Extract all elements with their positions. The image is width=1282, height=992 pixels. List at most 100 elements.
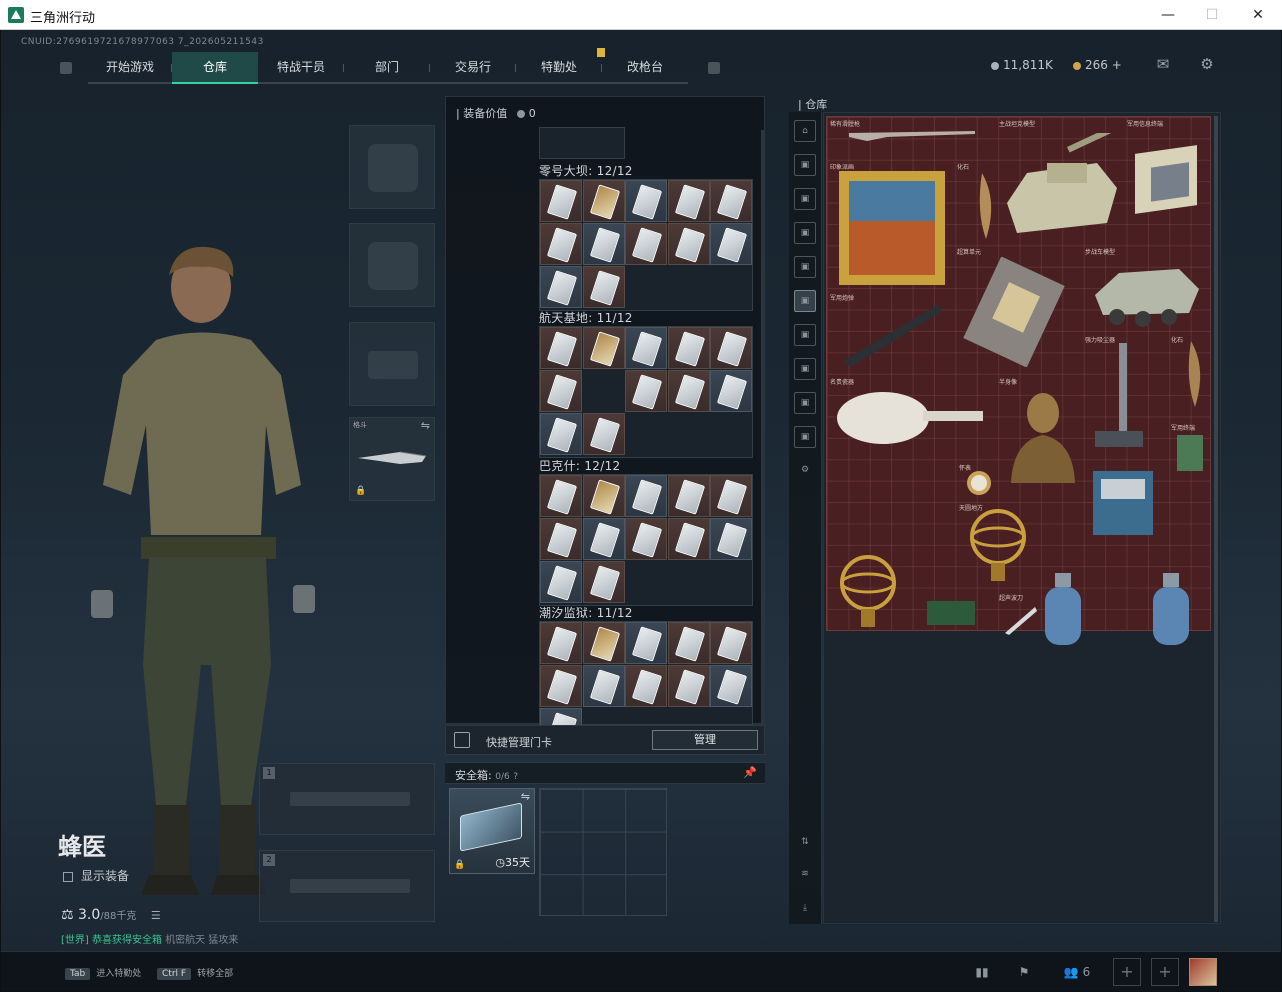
access-card[interactable] bbox=[540, 665, 582, 707]
access-card[interactable] bbox=[540, 180, 582, 222]
tab-special-ops[interactable]: 特勤处 bbox=[516, 52, 602, 84]
impressionist-painting-icon[interactable] bbox=[837, 169, 947, 287]
nav-prev-icon[interactable] bbox=[60, 62, 72, 74]
access-card[interactable] bbox=[582, 413, 625, 455]
stats-icon[interactable]: ▮▮ bbox=[969, 962, 995, 982]
access-card[interactable] bbox=[540, 370, 582, 412]
show-equipment-toggle[interactable]: 显示装备 bbox=[63, 867, 129, 884]
pocket-watch-icon[interactable] bbox=[961, 463, 997, 499]
access-card[interactable] bbox=[667, 622, 710, 664]
porcelain-vase-icon[interactable] bbox=[833, 383, 993, 453]
gear-icon[interactable]: ⚙ bbox=[1198, 56, 1216, 72]
bust-icon[interactable] bbox=[1003, 383, 1083, 493]
add-teammate-2-button[interactable]: + bbox=[1151, 958, 1179, 986]
pistol-slot[interactable] bbox=[349, 322, 435, 406]
access-card[interactable] bbox=[710, 665, 753, 707]
stash-layers-icon[interactable]: ≋ bbox=[794, 864, 816, 886]
access-card[interactable] bbox=[540, 622, 582, 664]
access-card[interactable] bbox=[710, 370, 753, 412]
tab-gunsmith[interactable]: 改枪台 bbox=[602, 52, 688, 84]
checkbox-icon[interactable] bbox=[63, 871, 73, 882]
stash-tab-9-icon[interactable]: ▣ bbox=[794, 426, 816, 448]
armor-slot[interactable] bbox=[349, 223, 435, 307]
access-card[interactable] bbox=[710, 223, 753, 265]
access-card[interactable] bbox=[625, 665, 668, 707]
nav-next-icon[interactable] bbox=[708, 62, 720, 74]
fossil-claw-icon[interactable] bbox=[962, 171, 1002, 241]
stash-settings-icon[interactable]: ⚙ bbox=[794, 460, 816, 482]
tab-department[interactable]: 部门 bbox=[344, 52, 430, 84]
access-card[interactable] bbox=[625, 223, 668, 265]
access-card[interactable] bbox=[625, 518, 668, 560]
stash-transfer-icon[interactable]: ⤓ bbox=[794, 898, 816, 920]
access-card[interactable] bbox=[582, 475, 625, 517]
swap-icon[interactable]: ⇋ bbox=[421, 419, 430, 432]
currency-coupon[interactable]: 266 + bbox=[1073, 58, 1122, 72]
stash-tab-8-icon[interactable]: ▣ bbox=[794, 392, 816, 414]
stash-tab-1-icon[interactable]: ▣ bbox=[794, 154, 816, 176]
add-teammate-1-button[interactable]: + bbox=[1113, 958, 1141, 986]
friends-icon[interactable]: 👥 6 bbox=[1057, 962, 1097, 982]
helmet-slot[interactable] bbox=[349, 125, 435, 209]
fossil-claw-icon[interactable] bbox=[1173, 339, 1209, 409]
stash-tab-7-icon[interactable]: ▣ bbox=[794, 358, 816, 380]
military-terminal-icon[interactable] bbox=[1127, 135, 1207, 225]
mail-icon[interactable]: ✉ bbox=[1154, 56, 1172, 72]
supercomputer-unit-icon[interactable] bbox=[959, 257, 1069, 367]
access-card[interactable] bbox=[667, 475, 710, 517]
access-card[interactable] bbox=[540, 266, 582, 308]
pin-icon[interactable]: 📌 bbox=[743, 766, 757, 779]
close-button[interactable]: ✕ bbox=[1238, 4, 1278, 26]
access-card[interactable] bbox=[540, 561, 582, 603]
stash-tab-6-icon[interactable]: ▣ bbox=[794, 324, 816, 346]
access-card[interactable] bbox=[710, 475, 753, 517]
safe-box-item[interactable]: ⇋ 🔒 ◷35天 bbox=[449, 788, 535, 874]
access-card[interactable] bbox=[582, 518, 625, 560]
stash-sort-icon[interactable]: ⇅ bbox=[794, 832, 816, 854]
player-avatar[interactable] bbox=[1189, 958, 1217, 986]
safe-box-grid[interactable] bbox=[539, 788, 667, 916]
access-card[interactable] bbox=[667, 370, 710, 412]
swap-icon[interactable]: ⇋ bbox=[521, 790, 530, 803]
access-card[interactable] bbox=[582, 223, 625, 265]
access-card[interactable] bbox=[667, 223, 710, 265]
tab-stash[interactable]: 仓库 bbox=[172, 52, 258, 84]
manage-button[interactable]: 管理 bbox=[652, 730, 758, 750]
access-card[interactable] bbox=[667, 665, 710, 707]
cards-scrollbar[interactable] bbox=[761, 130, 764, 730]
tab-start-game[interactable]: 开始游戏 bbox=[88, 52, 172, 84]
access-card[interactable] bbox=[540, 475, 582, 517]
access-card[interactable] bbox=[582, 665, 625, 707]
access-card[interactable] bbox=[540, 518, 582, 560]
access-card[interactable] bbox=[625, 180, 668, 222]
access-card[interactable] bbox=[540, 413, 582, 455]
minimize-button[interactable]: — bbox=[1148, 4, 1188, 26]
hint-special-ops[interactable]: Tab 进入特勤处 bbox=[65, 966, 141, 980]
access-card[interactable] bbox=[625, 475, 668, 517]
help-icon[interactable]: ? bbox=[513, 772, 518, 782]
vacuum-cleaner-icon[interactable] bbox=[1089, 339, 1149, 459]
gas-cylinder-icon[interactable] bbox=[1145, 569, 1197, 651]
access-card[interactable] bbox=[582, 180, 625, 222]
stash-home-icon[interactable]: ⌂ bbox=[794, 120, 816, 142]
missile-icon[interactable] bbox=[837, 297, 947, 367]
tank-model-icon[interactable] bbox=[997, 133, 1127, 243]
ultrasonic-knife-icon[interactable] bbox=[1001, 603, 1041, 637]
hint-transfer-all[interactable]: Ctrl F 转移全部 bbox=[157, 966, 233, 980]
tab-operators[interactable]: 特战干员 bbox=[258, 52, 344, 84]
maximize-button[interactable]: ☐ bbox=[1192, 4, 1232, 26]
access-card[interactable] bbox=[667, 180, 710, 222]
list-icon[interactable]: ☰ bbox=[151, 909, 161, 922]
access-card[interactable] bbox=[582, 561, 625, 603]
armillary-sphere-icon[interactable] bbox=[963, 507, 1033, 587]
access-card[interactable] bbox=[582, 266, 625, 308]
primary-weapon-slot-2[interactable]: 2 bbox=[259, 850, 435, 922]
access-card[interactable] bbox=[667, 518, 710, 560]
circuit-board-icon[interactable] bbox=[923, 595, 979, 631]
stash-scrollbar[interactable] bbox=[1214, 116, 1218, 922]
access-card[interactable] bbox=[625, 622, 668, 664]
access-card[interactable] bbox=[540, 223, 582, 265]
stash-tab-3-icon[interactable]: ▣ bbox=[794, 222, 816, 244]
gas-cylinder-icon[interactable] bbox=[1037, 569, 1089, 651]
musket-icon[interactable] bbox=[847, 123, 977, 143]
